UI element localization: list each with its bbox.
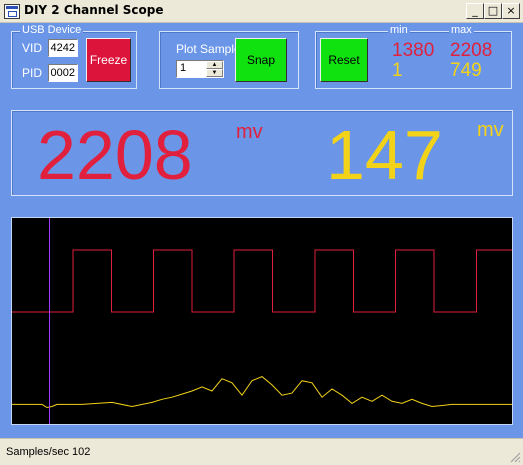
- stats-group: Reset min max 1380 2208 1 749: [315, 24, 512, 89]
- scope-display[interactable]: [11, 217, 513, 425]
- plot-sample-value: 1: [180, 62, 187, 74]
- resize-grip-icon[interactable]: [509, 451, 521, 463]
- plot-sample-group: Plot Sample 1 ▲ ▼ Snap: [159, 31, 299, 89]
- channel-1-trace: [12, 249, 512, 313]
- freeze-button[interactable]: Freeze: [86, 38, 131, 82]
- snap-button[interactable]: Snap: [235, 38, 287, 82]
- app-icon: [4, 4, 20, 19]
- ch1-unit: mv: [236, 121, 263, 143]
- ch1-max-value: 2208: [450, 40, 493, 61]
- stepper-up-icon[interactable]: ▲: [206, 61, 223, 69]
- usb-device-group: USB Device VID 4242 PID 0002 Freeze: [11, 24, 137, 89]
- ch2-max-value: 749: [450, 60, 482, 81]
- readout-panel: 2208 mv 147 mv: [11, 110, 513, 196]
- vid-input[interactable]: 4242: [48, 39, 78, 57]
- usb-group-label: USB Device: [20, 24, 84, 36]
- maximize-button[interactable]: □: [484, 3, 502, 19]
- window-title: DIY 2 Channel Scope: [24, 3, 164, 17]
- plot-sample-stepper[interactable]: 1 ▲ ▼: [176, 60, 224, 78]
- max-label: max: [449, 24, 474, 36]
- app-window: DIY 2 Channel Scope _ □ × USB Device VID…: [0, 0, 523, 465]
- pid-label: PID: [22, 66, 43, 80]
- close-button[interactable]: ×: [502, 3, 520, 19]
- ch2-unit: mv: [477, 119, 504, 141]
- ch2-readout: 147: [326, 116, 443, 194]
- samples-per-sec-status: Samples/sec 102: [6, 446, 91, 458]
- ch1-readout: 2208: [37, 116, 193, 194]
- ch1-min-value: 1380: [392, 40, 435, 61]
- channel-2-trace: [12, 376, 512, 409]
- plot-sample-label: Plot Sample: [176, 42, 241, 56]
- title-bar[interactable]: DIY 2 Channel Scope _ □ ×: [0, 0, 523, 23]
- pid-input[interactable]: 0002: [48, 64, 78, 82]
- ch2-min-value: 1: [392, 60, 403, 81]
- reset-button[interactable]: Reset: [320, 38, 368, 82]
- vid-label: VID: [22, 41, 43, 55]
- status-bar: Samples/sec 102: [0, 438, 523, 465]
- scope-plot: [12, 218, 512, 424]
- min-label: min: [388, 24, 410, 36]
- stepper-down-icon[interactable]: ▼: [206, 69, 223, 77]
- stepper-arrows: ▲ ▼: [206, 61, 223, 77]
- minimize-button[interactable]: _: [466, 3, 484, 19]
